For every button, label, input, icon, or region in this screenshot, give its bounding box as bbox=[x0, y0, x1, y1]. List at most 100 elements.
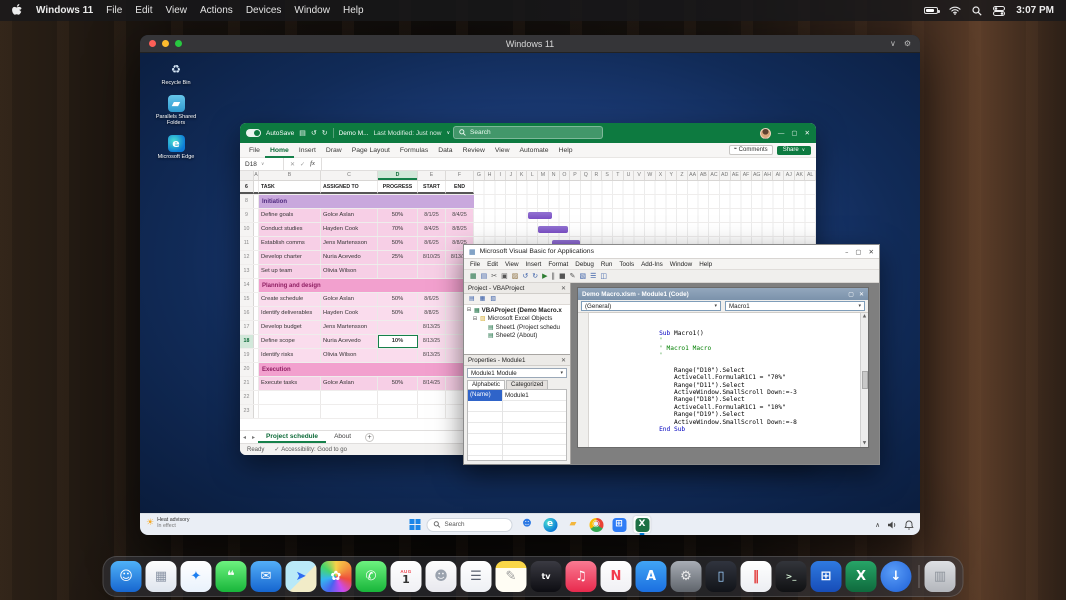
ribbon-tab[interactable]: Formulas bbox=[395, 143, 433, 158]
column-header[interactable]: D bbox=[378, 171, 418, 180]
vba-menu-item[interactable]: Help bbox=[699, 261, 712, 268]
column-header[interactable]: T bbox=[613, 171, 624, 180]
vba-title-bar[interactable]: ▦ Microsoft Visual Basic for Application… bbox=[464, 245, 879, 259]
column-header[interactable]: AF bbox=[741, 171, 752, 180]
cancel-icon[interactable]: ✕ bbox=[290, 161, 295, 168]
dock-calendar-icon[interactable]: AUG 1 bbox=[391, 561, 422, 592]
ribbon-tab[interactable]: Draw bbox=[321, 143, 347, 158]
sheet-nav-left-icon[interactable]: ◂ bbox=[240, 434, 249, 441]
vba-menu-item[interactable]: Debug bbox=[575, 261, 594, 268]
project-tree-item[interactable]: ⊟ ▦ VBAProject (Demo Macro.x bbox=[464, 306, 570, 315]
dock-settings-icon[interactable]: ⚙ bbox=[671, 561, 702, 592]
column-header[interactable]: U bbox=[624, 171, 635, 180]
taskbar-chrome-icon[interactable]: ◉ bbox=[588, 516, 605, 533]
taskbar-people-icon[interactable]: ☻ bbox=[519, 516, 536, 533]
view-excel-icon[interactable]: ▦ bbox=[470, 273, 477, 280]
column-header[interactable]: Q bbox=[581, 171, 592, 180]
taskbar-store-icon[interactable]: ⊞ bbox=[611, 516, 628, 533]
column-header[interactable]: O bbox=[560, 171, 571, 180]
column-header[interactable]: AK bbox=[795, 171, 806, 180]
copy-icon[interactable]: ▣ bbox=[501, 273, 508, 280]
gantt-area[interactable] bbox=[474, 195, 816, 208]
vm-title-bar[interactable]: Windows 11 ∨ ⚙ bbox=[140, 35, 920, 53]
spotlight-search-icon[interactable] bbox=[972, 6, 982, 16]
vertical-scrollbar[interactable]: ▲▼ bbox=[860, 313, 868, 447]
comments-button[interactable]: ❝Comments bbox=[729, 145, 773, 155]
dock-tv-icon[interactable]: tv bbox=[531, 561, 562, 592]
start-button[interactable] bbox=[410, 519, 421, 530]
ribbon-tab[interactable]: Home bbox=[265, 143, 294, 158]
chevron-up-icon[interactable]: ∧ bbox=[875, 521, 880, 529]
gantt-area[interactable] bbox=[474, 209, 816, 222]
autosave-toggle[interactable] bbox=[246, 129, 261, 137]
document-title[interactable]: Demo M... bbox=[339, 130, 369, 137]
ribbon-tab[interactable]: Page Layout bbox=[347, 143, 395, 158]
menubar-menu-item[interactable]: Edit bbox=[135, 5, 152, 16]
dock-iphone-mirroring-icon[interactable]: ▯ bbox=[706, 561, 737, 592]
column-header[interactable]: AI bbox=[773, 171, 784, 180]
cut-icon[interactable]: ✂ bbox=[491, 273, 497, 280]
close-icon[interactable]: ✕ bbox=[561, 285, 566, 292]
excel-title-bar[interactable]: AutoSave ▤ ↺ ↻ Demo M... Last Modified: … bbox=[240, 123, 816, 143]
sheet-tab-project-schedule[interactable]: Project schedule bbox=[258, 431, 326, 443]
property-row[interactable]: (Name) Module1 bbox=[468, 390, 566, 401]
column-header[interactable]: E bbox=[418, 171, 446, 180]
add-sheet-button[interactable]: + bbox=[365, 433, 374, 442]
weather-widget[interactable]: ☀ Heat advisoryIn effect bbox=[146, 517, 189, 529]
row-header[interactable]: 16 bbox=[240, 307, 254, 320]
volume-icon[interactable] bbox=[887, 520, 897, 530]
ribbon-tab[interactable]: Automate bbox=[514, 143, 553, 158]
dock-maps-icon[interactable]: ➤ bbox=[286, 561, 317, 592]
ribbon-tab[interactable]: File bbox=[244, 143, 265, 158]
property-key[interactable]: (Name) bbox=[468, 390, 502, 401]
column-header[interactable]: AE bbox=[731, 171, 742, 180]
properties-tab[interactable]: Alphabetic bbox=[467, 380, 505, 389]
column-header[interactable]: C bbox=[321, 171, 378, 180]
ribbon-tab[interactable]: Review bbox=[458, 143, 490, 158]
restore-button[interactable]: ▢ bbox=[848, 291, 854, 298]
ribbon-tab[interactable]: Data bbox=[433, 143, 457, 158]
column-header[interactable]: P bbox=[570, 171, 581, 180]
vba-menu-item[interactable]: Add-Ins bbox=[641, 261, 663, 268]
row-header[interactable]: 10 bbox=[240, 223, 254, 236]
vba-menu-item[interactable]: Window bbox=[670, 261, 692, 268]
notification-bell-icon[interactable] bbox=[904, 520, 914, 530]
gantt-area[interactable] bbox=[474, 181, 816, 194]
ribbon-tab[interactable]: Insert bbox=[294, 143, 321, 158]
maximize-button[interactable]: ▢ bbox=[855, 248, 861, 256]
dock-contacts-icon[interactable]: ☻ bbox=[426, 561, 457, 592]
maximize-button[interactable]: ▢ bbox=[791, 129, 797, 137]
column-header[interactable]: W bbox=[645, 171, 656, 180]
row-header[interactable]: 19 bbox=[240, 349, 254, 362]
row-header[interactable]: 14 bbox=[240, 279, 254, 292]
dock-music-icon[interactable]: ♫ bbox=[566, 561, 597, 592]
dock-parallels-icon[interactable]: ‖ bbox=[741, 561, 772, 592]
accessibility-status[interactable]: Accessibility: Good to go bbox=[281, 447, 347, 453]
break-icon[interactable]: ‖ bbox=[552, 273, 556, 280]
column-header[interactable]: K bbox=[517, 171, 528, 180]
column-header[interactable]: J bbox=[506, 171, 517, 180]
dock-facetime-icon[interactable]: ✆ bbox=[356, 561, 387, 592]
redo-icon[interactable]: ↻ bbox=[532, 273, 538, 280]
column-header[interactable]: G bbox=[474, 171, 485, 180]
share-button[interactable]: Share∨ bbox=[777, 146, 811, 155]
undo-icon[interactable]: ↺ bbox=[522, 273, 528, 280]
dock-safari-icon[interactable]: ✦ bbox=[181, 561, 212, 592]
row-header[interactable]: 8 bbox=[240, 195, 254, 208]
column-header[interactable]: AG bbox=[752, 171, 763, 180]
row-header[interactable]: 23 bbox=[240, 405, 254, 418]
dock-downloads-icon[interactable]: ↓ bbox=[881, 561, 912, 592]
last-modified-label[interactable]: Last Modified: Just now bbox=[374, 130, 442, 137]
properties-icon[interactable]: ☰ bbox=[590, 273, 596, 280]
apple-menu-icon[interactable] bbox=[12, 4, 23, 17]
menubar-menu-item[interactable]: File bbox=[106, 5, 122, 16]
properties-tab[interactable]: Categorized bbox=[506, 380, 548, 389]
dock-reminders-icon[interactable]: ☰ bbox=[461, 561, 492, 592]
menubar-clock[interactable]: 3:07 PM bbox=[1016, 5, 1054, 16]
close-button[interactable]: ✕ bbox=[869, 248, 874, 256]
dock-launchpad-icon[interactable]: ▦ bbox=[146, 561, 177, 592]
row-header[interactable]: 6 bbox=[240, 181, 254, 194]
menubar-menu-item[interactable]: View bbox=[166, 5, 188, 16]
column-header[interactable]: L bbox=[527, 171, 538, 180]
name-box[interactable]: D18∨ bbox=[240, 158, 284, 170]
